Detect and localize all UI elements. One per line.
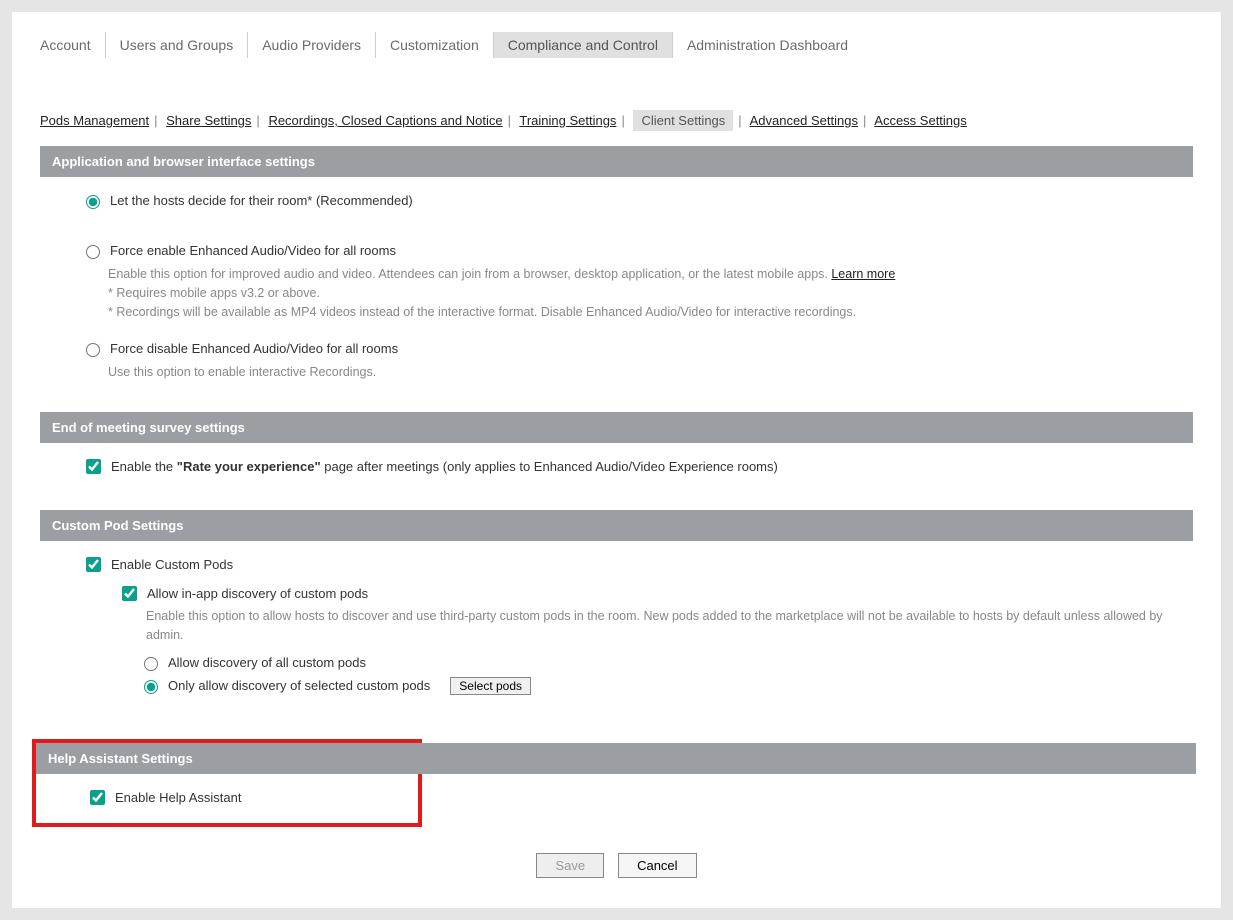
section-header-custompod: Custom Pod Settings <box>40 510 1193 541</box>
highlight-help-assistant: Help Assistant Settings Enable Help Assi… <box>32 739 422 827</box>
subnav-recordings[interactable]: Recordings, Closed Captions and Notice <box>268 113 502 128</box>
radio-allow-selected[interactable] <box>144 680 158 694</box>
nav-account[interactable]: Account <box>40 32 106 58</box>
section-header-survey: End of meeting survey settings <box>40 412 1193 443</box>
label-hosts-decide[interactable]: Let the hosts decide for their room* (Re… <box>110 193 413 208</box>
subnav-share[interactable]: Share Settings <box>166 113 251 128</box>
label-force-disable[interactable]: Force disable Enhanced Audio/Video for a… <box>110 341 398 356</box>
sub-nav: Pods Management| Share Settings| Recordi… <box>40 113 1193 128</box>
radio-force-enable[interactable] <box>86 245 100 259</box>
desc-allow-discovery: Enable this option to allow hosts to dis… <box>146 607 1173 645</box>
nav-customization[interactable]: Customization <box>376 32 494 58</box>
checkbox-allow-discovery[interactable] <box>122 586 137 601</box>
radio-allow-all[interactable] <box>144 657 158 671</box>
label-allow-all[interactable]: Allow discovery of all custom pods <box>168 655 366 670</box>
desc-force-disable: Use this option to enable interactive Re… <box>108 363 1173 382</box>
label-help-assistant[interactable]: Enable Help Assistant <box>115 790 241 805</box>
label-force-enable[interactable]: Force enable Enhanced Audio/Video for al… <box>110 243 396 258</box>
label-allow-discovery[interactable]: Allow in-app discovery of custom pods <box>147 586 368 601</box>
subnav-access[interactable]: Access Settings <box>874 113 967 128</box>
label-enable-custom-pods[interactable]: Enable Custom Pods <box>111 557 233 572</box>
top-nav: Account Users and Groups Audio Providers… <box>40 32 1193 58</box>
checkbox-survey[interactable] <box>86 459 101 474</box>
nav-audio-providers[interactable]: Audio Providers <box>248 32 376 58</box>
checkbox-enable-custom-pods[interactable] <box>86 557 101 572</box>
checkbox-help-assistant[interactable] <box>90 790 105 805</box>
learn-more-link[interactable]: Learn more <box>831 267 895 281</box>
subnav-client[interactable]: Client Settings <box>633 110 733 131</box>
nav-compliance[interactable]: Compliance and Control <box>494 32 673 58</box>
save-button[interactable]: Save <box>536 853 604 878</box>
section-header-help: Help Assistant Settings <box>36 743 1196 774</box>
label-survey[interactable]: Enable the "Rate your experience" page a… <box>111 459 778 474</box>
subnav-pods[interactable]: Pods Management <box>40 113 149 128</box>
desc-force-enable: Enable this option for improved audio an… <box>108 265 1173 321</box>
label-allow-selected[interactable]: Only allow discovery of selected custom … <box>168 678 430 693</box>
radio-force-disable[interactable] <box>86 343 100 357</box>
select-pods-button[interactable]: Select pods <box>450 677 531 695</box>
cancel-button[interactable]: Cancel <box>618 853 696 878</box>
subnav-training[interactable]: Training Settings <box>519 113 616 128</box>
radio-hosts-decide[interactable] <box>86 195 100 209</box>
nav-admin-dashboard[interactable]: Administration Dashboard <box>673 32 862 58</box>
subnav-advanced[interactable]: Advanced Settings <box>750 113 858 128</box>
nav-users-groups[interactable]: Users and Groups <box>106 32 249 58</box>
section-header-app: Application and browser interface settin… <box>40 146 1193 177</box>
